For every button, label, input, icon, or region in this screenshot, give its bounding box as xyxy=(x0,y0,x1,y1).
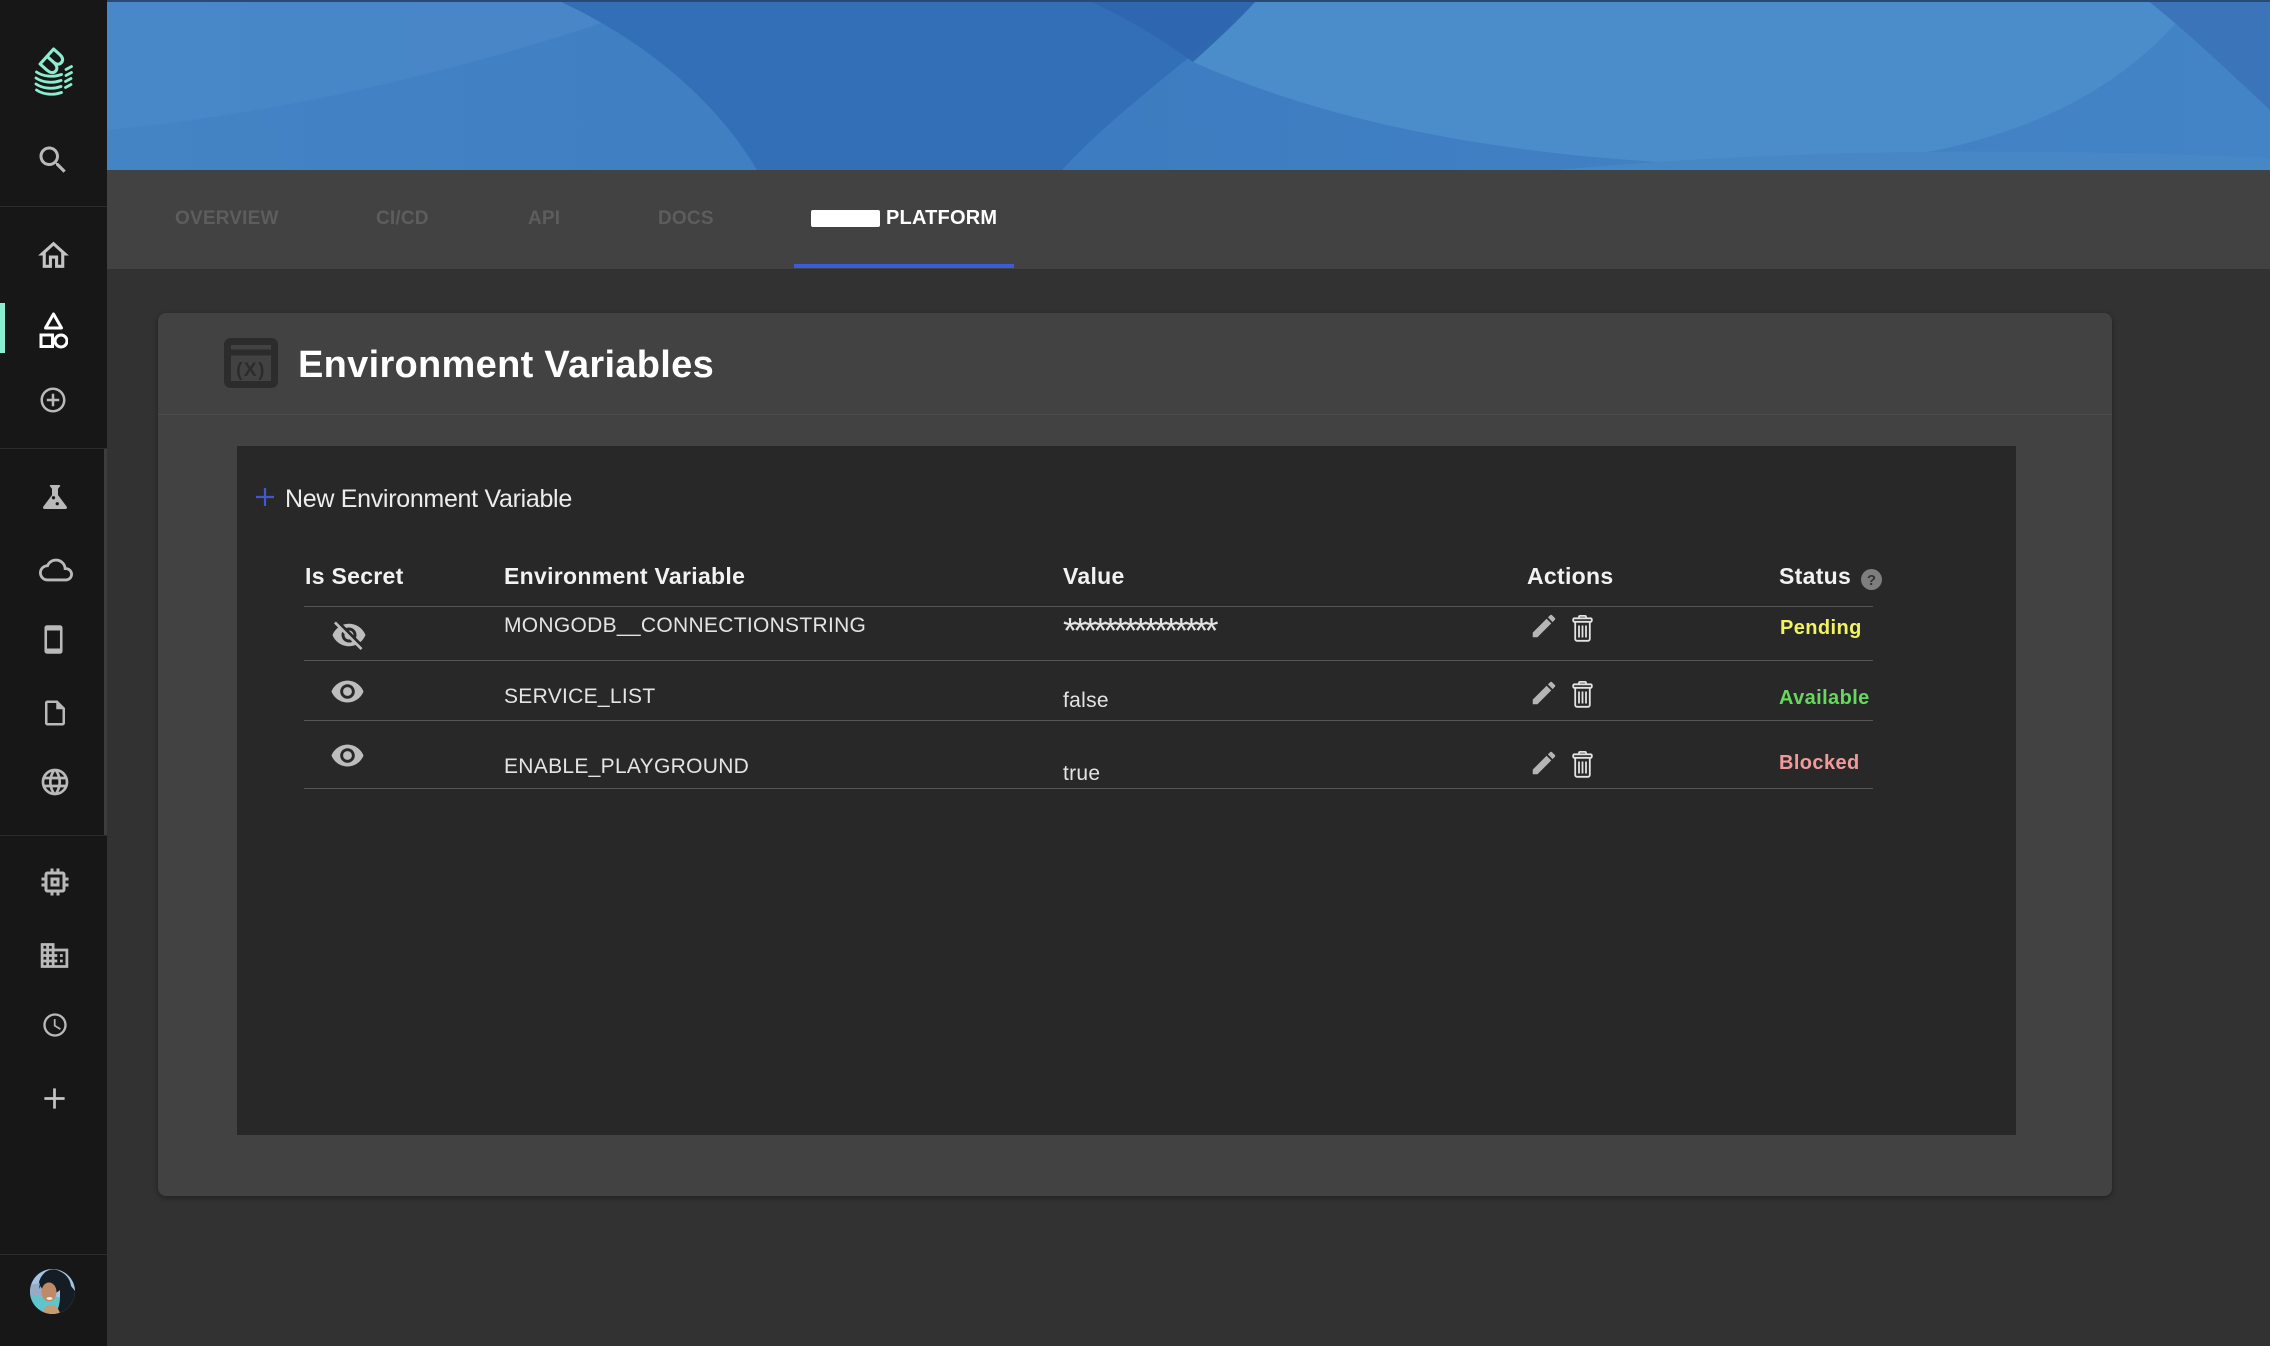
svg-text:?: ? xyxy=(1867,572,1876,589)
svg-text:(X): (X) xyxy=(236,360,266,381)
